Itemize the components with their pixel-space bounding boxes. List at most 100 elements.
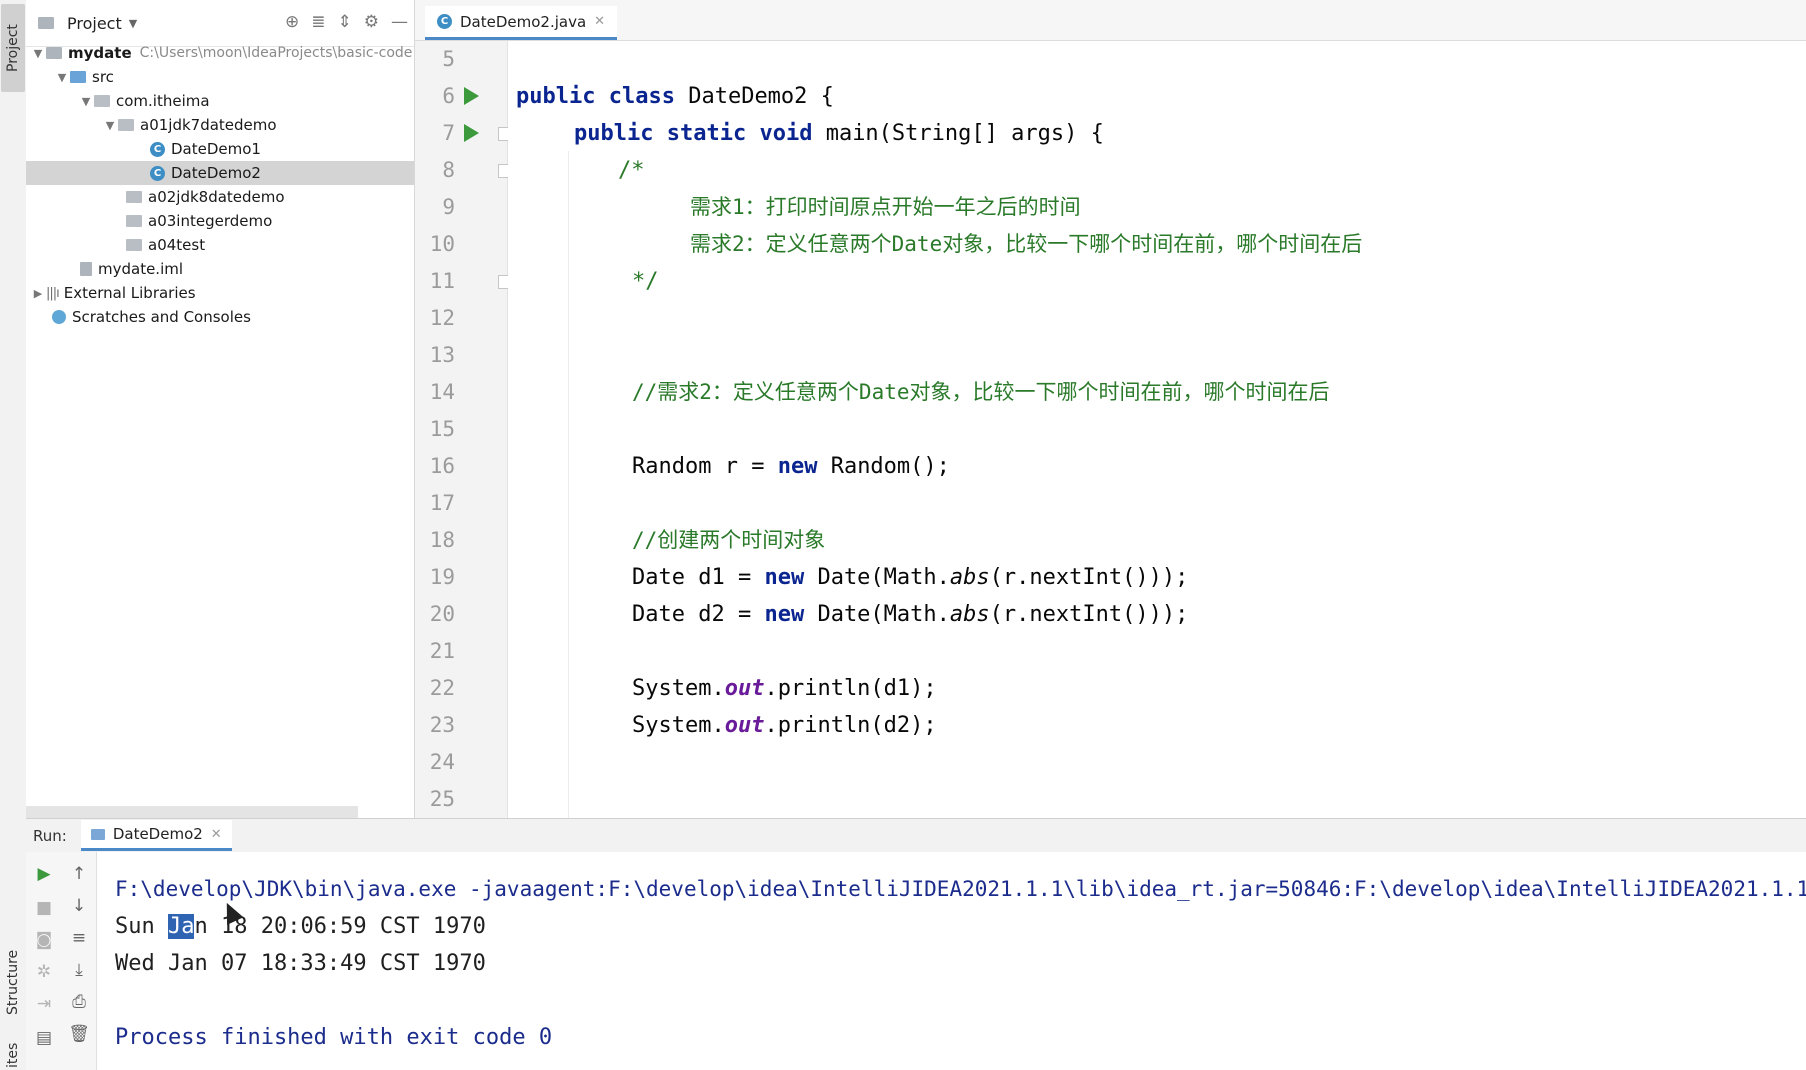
tab-datedemo2-java[interactable]: C DateDemo2.java ✕ bbox=[425, 6, 618, 40]
chevron-right-icon[interactable]: ▶ bbox=[30, 287, 46, 300]
scratches-icon bbox=[52, 310, 66, 324]
project-panel: Project ▼ ⊕ ≣ ⇕ ⚙ — ▼ mydate C:\Users\mo… bbox=[26, 0, 415, 818]
console-output-line-1: Sun Jan 18 20:06:59 CST 1970 bbox=[115, 908, 486, 945]
tree-item-label: com.itheima bbox=[116, 92, 210, 110]
line-number: 18 bbox=[429, 528, 455, 552]
code-line-11: */ bbox=[632, 269, 659, 294]
line-number: 12 bbox=[429, 306, 455, 330]
run-config-icon bbox=[90, 828, 105, 840]
camera-icon[interactable]: ◙ bbox=[26, 930, 62, 950]
code-text: .println(d1); bbox=[764, 676, 937, 701]
chevron-down-icon[interactable]: ▼ bbox=[102, 119, 118, 132]
line-number: 16 bbox=[429, 454, 455, 478]
tree-item-label: Scratches and Consoles bbox=[72, 308, 251, 326]
gear-icon[interactable]: ⚙ bbox=[364, 12, 379, 32]
run-tab-datedemo2[interactable]: DateDemo2 ✕ bbox=[80, 820, 232, 851]
code-text: Date(Math. bbox=[804, 565, 950, 590]
code-line-16: Random r = new Random(); bbox=[632, 448, 1806, 485]
chevron-down-icon[interactable]: ▼ bbox=[78, 95, 94, 108]
editor-gutter: 5 6 7 8 9 10 11 12 13 14 15 16 17 18 19 … bbox=[415, 41, 511, 818]
line-number: 20 bbox=[429, 602, 455, 626]
project-view-selector[interactable]: Project ▼ bbox=[38, 14, 137, 33]
line-number: 9 bbox=[442, 195, 455, 219]
package-icon bbox=[126, 239, 142, 251]
editor-tab-bar: C DateDemo2.java ✕ bbox=[415, 0, 1806, 41]
code-line-19: Date d1 = new Date(Math.abs(r.nextInt())… bbox=[632, 559, 1806, 596]
tree-item-label: a01jdk7datedemo bbox=[140, 116, 277, 134]
structure-tool-tab-label: Structure bbox=[5, 949, 21, 1016]
chevron-down-icon[interactable]: ▼ bbox=[30, 47, 46, 60]
code-text: DateDemo2 { bbox=[674, 84, 834, 109]
close-icon[interactable]: ✕ bbox=[211, 827, 222, 842]
console-command-line: F:\develop\JDK\bin\java.exe -javaagent:F… bbox=[115, 877, 1806, 901]
tree-item-label: External Libraries bbox=[63, 284, 196, 302]
tree-item-datedemo2[interactable]: C DateDemo2 bbox=[26, 161, 414, 185]
run-class-icon[interactable] bbox=[464, 87, 479, 105]
layout-icon[interactable]: ▤ bbox=[26, 1028, 62, 1048]
exit-icon[interactable]: ⇥ bbox=[26, 994, 62, 1014]
module-path: C:\Users\moon\IdeaProjects\basic-code bbox=[139, 45, 413, 61]
print-icon[interactable]: ⎙ bbox=[62, 992, 96, 1012]
line-number: 23 bbox=[429, 713, 455, 737]
line-number: 8 bbox=[442, 158, 455, 182]
project-horizontal-scrollbar[interactable] bbox=[26, 806, 358, 818]
locate-icon[interactable]: ⊕ bbox=[285, 12, 299, 32]
tree-item-datedemo1[interactable]: C DateDemo1 bbox=[26, 137, 414, 161]
keyword: new bbox=[764, 565, 805, 590]
run-toolbar-primary: ▶ ■ ◙ ✲ ⇥ ▤ bbox=[26, 852, 62, 1070]
tree-item-mydate-iml[interactable]: mydate.iml bbox=[26, 257, 414, 281]
code-text: .println(d2); bbox=[764, 713, 937, 738]
console-output[interactable]: F:\develop\JDK\bin\java.exe -javaagent:F… bbox=[97, 852, 1806, 1070]
favorites-tool-tab-label: ites bbox=[5, 1042, 21, 1068]
run-toolbar-secondary: ↑ ↓ ≡ ⤓ ⎙ 🗑 bbox=[62, 852, 97, 1070]
code-line-10: 需求2：定义任意两个Date对象，比较一下哪个时间在前，哪个时间在后 bbox=[690, 232, 1363, 256]
code-editor[interactable]: public class DateDemo2 { public static v… bbox=[508, 41, 1806, 818]
line-number: 10 bbox=[429, 232, 455, 256]
stop-icon[interactable]: ■ bbox=[26, 898, 62, 918]
scroll-to-end-icon[interactable]: ⤓ bbox=[62, 960, 96, 980]
tree-item-scratches[interactable]: Scratches and Consoles bbox=[26, 305, 414, 329]
code-line-23: System.out.println(d2); bbox=[632, 707, 1806, 744]
tree-item-a02jdk8datedemo[interactable]: a02jdk8datedemo bbox=[26, 185, 414, 209]
structure-tool-tab[interactable]: Structure bbox=[1, 935, 25, 1030]
trash-icon[interactable]: 🗑 bbox=[62, 1024, 96, 1044]
code-text: Date(Math. bbox=[804, 602, 950, 627]
threads-icon[interactable]: ✲ bbox=[26, 962, 62, 982]
close-icon[interactable]: ✕ bbox=[594, 14, 605, 29]
code-line-22: System.out.println(d1); bbox=[632, 670, 1806, 707]
collapse-all-icon[interactable]: ⇕ bbox=[338, 12, 352, 32]
run-tab-label: DateDemo2 bbox=[112, 825, 203, 843]
tree-item-a01jdk7datedemo[interactable]: ▼ a01jdk7datedemo bbox=[26, 113, 414, 137]
line-number: 15 bbox=[429, 417, 455, 441]
run-panel-header: Run: DateDemo2 ✕ bbox=[26, 818, 1806, 853]
project-tool-tab[interactable]: Project bbox=[1, 4, 25, 92]
code-text: System. bbox=[632, 676, 725, 701]
package-icon bbox=[126, 215, 142, 227]
code-text: Date d2 = bbox=[632, 602, 765, 627]
hide-icon[interactable]: — bbox=[391, 12, 408, 32]
console-text: Sun bbox=[115, 914, 168, 939]
soft-wrap-icon[interactable]: ≡ bbox=[62, 928, 96, 948]
tree-item-a04test[interactable]: a04test bbox=[26, 233, 414, 257]
tree-item-src[interactable]: ▼ src bbox=[26, 65, 414, 89]
tree-item-mydate[interactable]: ▼ mydate C:\Users\moon\IdeaProjects\basi… bbox=[26, 41, 414, 65]
static-field: out bbox=[724, 713, 765, 738]
line-number: 7 bbox=[442, 121, 455, 145]
project-tool-tab-label: Project bbox=[5, 24, 21, 72]
tree-item-label: src bbox=[92, 68, 114, 86]
project-title: Project bbox=[67, 13, 122, 33]
tree-item-external-libraries[interactable]: ▶ |||ı External Libraries bbox=[26, 281, 414, 305]
iml-file-icon bbox=[80, 262, 92, 276]
arrow-down-icon[interactable]: ↓ bbox=[62, 896, 96, 916]
code-line-7: public static void main(String[] args) { bbox=[574, 115, 1806, 152]
arrow-up-icon[interactable]: ↑ bbox=[62, 864, 96, 884]
project-icon bbox=[38, 17, 54, 29]
tree-item-com-itheima[interactable]: ▼ com.itheima bbox=[26, 89, 414, 113]
expand-all-icon[interactable]: ≣ bbox=[311, 12, 325, 32]
tree-item-a03integerdemo[interactable]: a03integerdemo bbox=[26, 209, 414, 233]
rerun-icon[interactable]: ▶ bbox=[26, 864, 62, 884]
chevron-down-icon[interactable]: ▼ bbox=[54, 71, 70, 84]
run-main-icon[interactable] bbox=[464, 124, 479, 142]
favorites-tool-tab[interactable]: ites bbox=[1, 1040, 25, 1070]
chevron-down-icon: ▼ bbox=[128, 16, 138, 30]
